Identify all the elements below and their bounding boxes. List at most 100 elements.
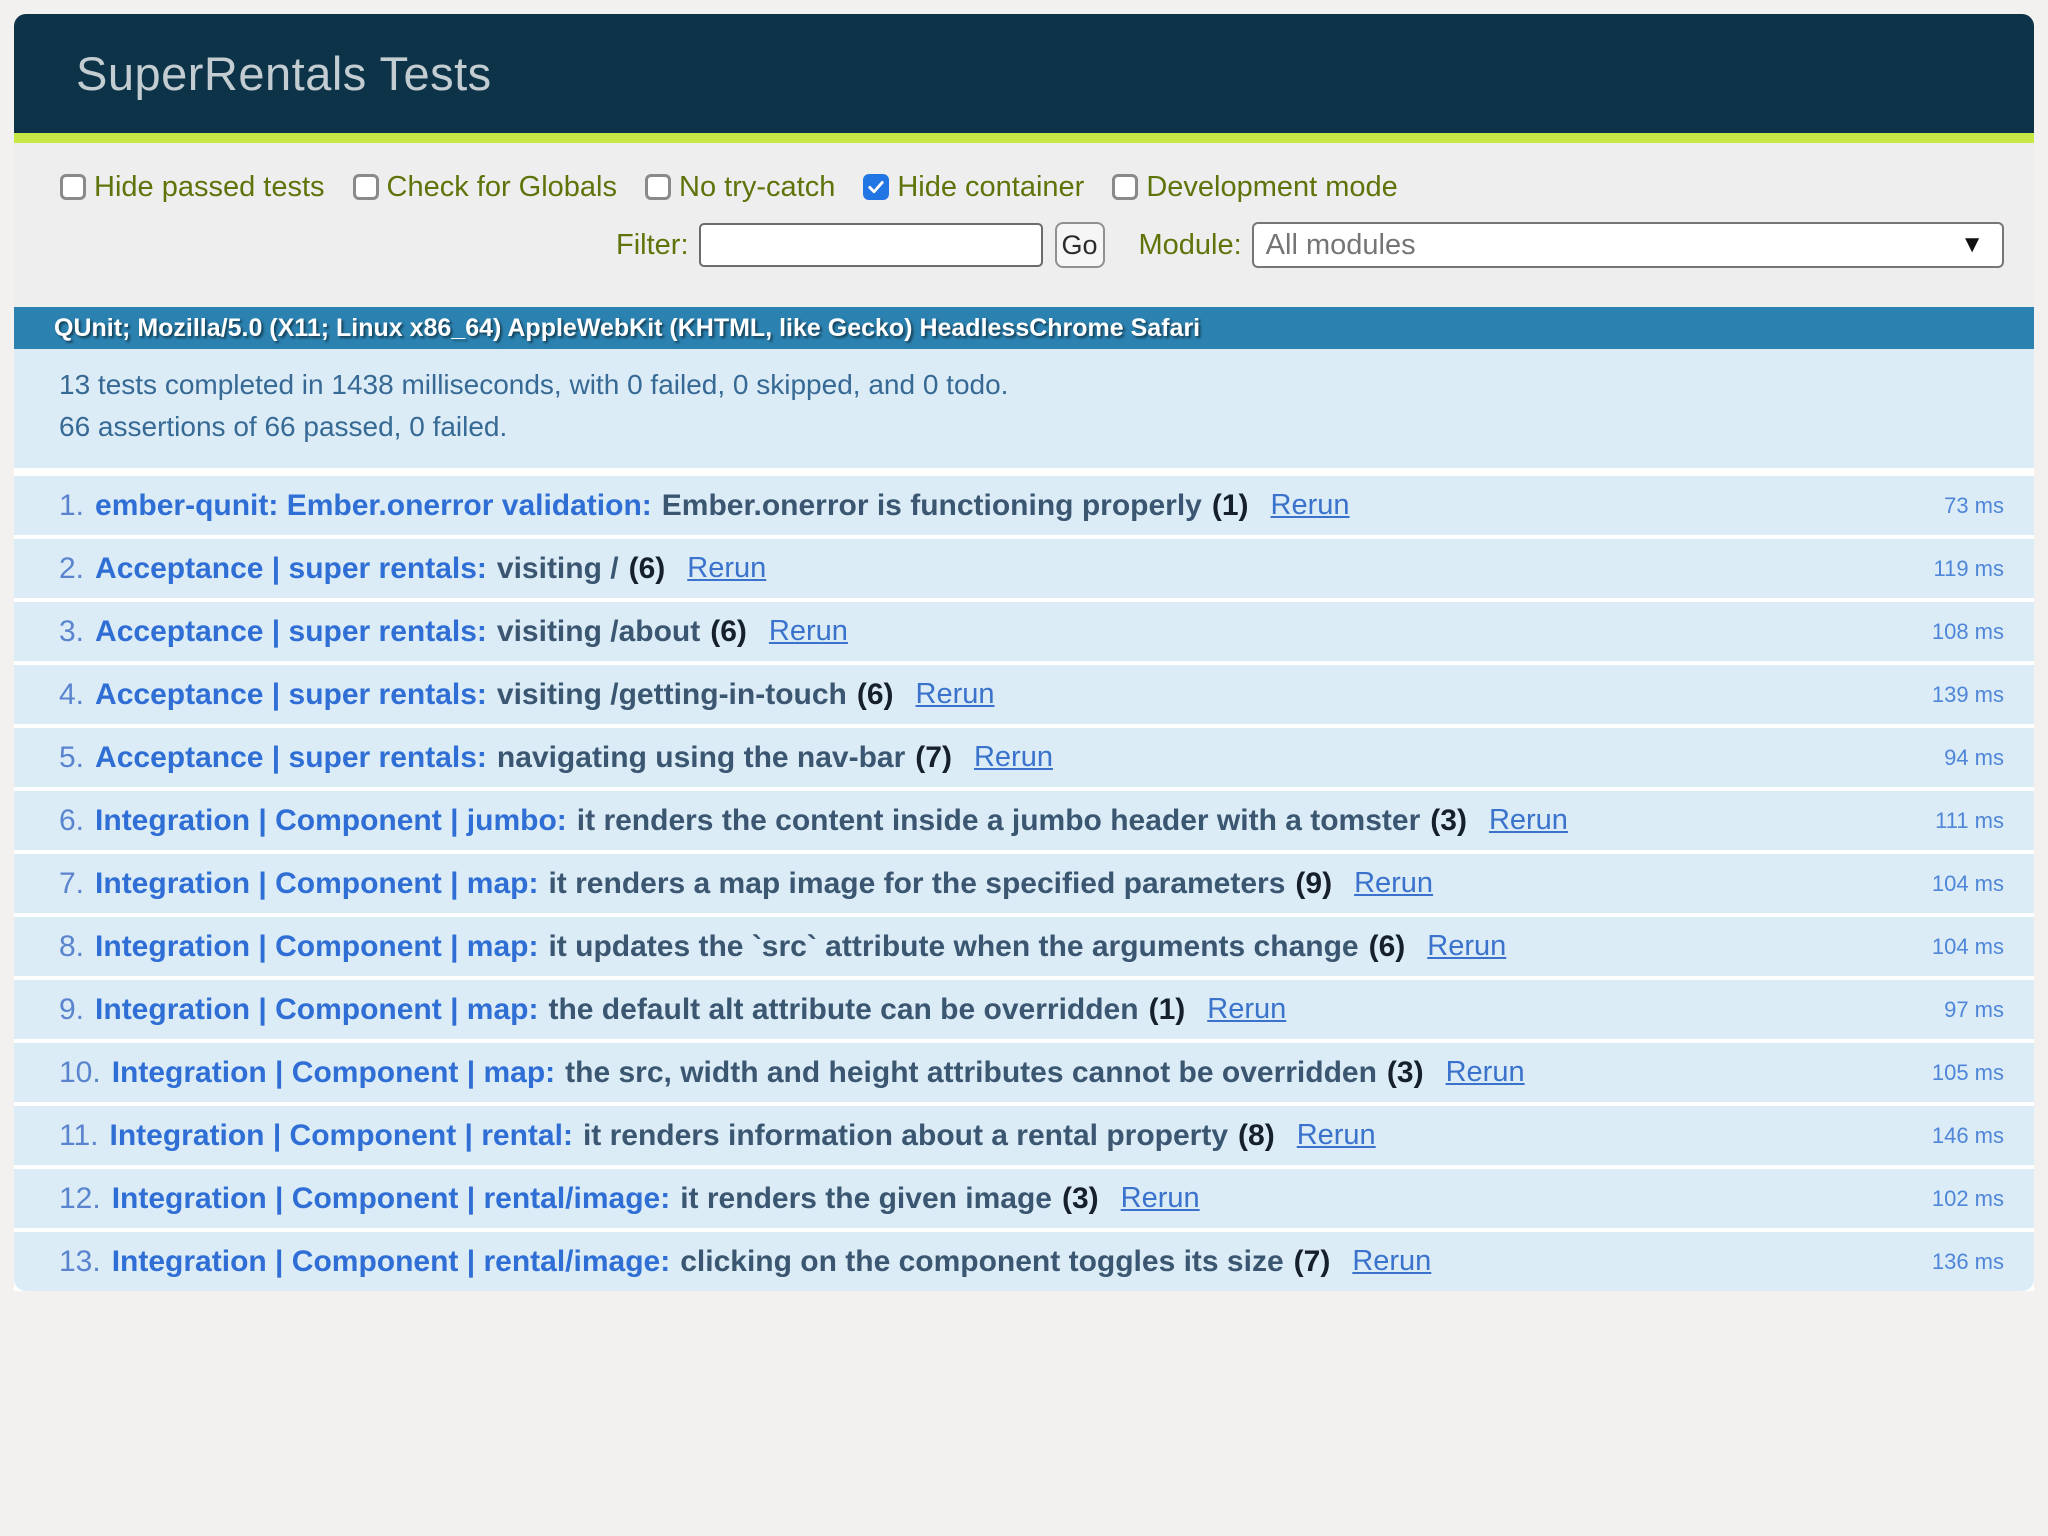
- test-module-name[interactable]: Integration | Component | rental/image:: [112, 1182, 671, 1216]
- assertion-count[interactable]: (8): [1238, 1119, 1275, 1153]
- test-module-name[interactable]: Integration | Component | rental/image:: [112, 1245, 671, 1279]
- toolbar-checkbox[interactable]: No try-catch: [645, 171, 835, 204]
- assertion-count[interactable]: (6): [1369, 930, 1406, 964]
- test-runtime: 104 ms: [1932, 871, 2004, 897]
- test-name[interactable]: it renders the content inside a jumbo he…: [577, 804, 1421, 838]
- checkmark-icon: [866, 177, 886, 197]
- test-module-name[interactable]: Integration | Component | map:: [112, 1056, 555, 1090]
- test-ordinal: 5.: [59, 741, 84, 775]
- test-ordinal: 7.: [59, 867, 84, 901]
- test-ordinal: 12.: [59, 1182, 101, 1216]
- rerun-link[interactable]: Rerun: [1352, 1245, 1431, 1278]
- test-name[interactable]: it renders information about a rental pr…: [583, 1119, 1228, 1153]
- rerun-link[interactable]: Rerun: [916, 678, 995, 711]
- toolbar-filter-row: Filter: Go Module: All modules ▼: [60, 223, 2004, 267]
- test-module-name[interactable]: ember-qunit: Ember.onerror validation:: [95, 489, 652, 523]
- test-module-name[interactable]: Integration | Component | map:: [95, 930, 538, 964]
- test-name[interactable]: visiting /: [497, 552, 619, 586]
- test-name[interactable]: clicking on the component toggles its si…: [680, 1245, 1283, 1279]
- test-module-name[interactable]: Integration | Component | rental:: [109, 1119, 572, 1153]
- rerun-link[interactable]: Rerun: [1446, 1056, 1525, 1089]
- rerun-link[interactable]: Rerun: [1297, 1119, 1376, 1152]
- rerun-link[interactable]: Rerun: [1354, 867, 1433, 900]
- checkbox-label: Hide passed tests: [94, 171, 325, 204]
- test-module-name[interactable]: Acceptance | super rentals:: [95, 615, 487, 649]
- rerun-link[interactable]: Rerun: [1271, 489, 1350, 522]
- test-ordinal: 9.: [59, 993, 84, 1027]
- test-name[interactable]: the default alt attribute can be overrid…: [548, 993, 1138, 1027]
- page-header: SuperRentals Tests: [14, 14, 2034, 133]
- assertion-count[interactable]: (3): [1062, 1182, 1099, 1216]
- checkbox-icon[interactable]: [863, 174, 889, 200]
- qunit-container: SuperRentals Tests Hide passed tests Che…: [14, 14, 2034, 1291]
- test-name[interactable]: it renders a map image for the specified…: [548, 867, 1285, 901]
- filter-input[interactable]: [699, 223, 1043, 267]
- assertion-count[interactable]: (1): [1149, 993, 1186, 1027]
- summary-line-2: 66 assertions of 66 passed, 0 failed.: [59, 409, 2004, 444]
- test-summary: 13 tests completed in 1438 milliseconds,…: [14, 349, 2034, 468]
- test-module-name[interactable]: Integration | Component | jumbo:: [95, 804, 567, 838]
- test-ordinal: 6.: [59, 804, 84, 838]
- test-row: 8. Integration | Component | map: it upd…: [14, 917, 2034, 976]
- toolbar-checkbox[interactable]: Hide passed tests: [60, 171, 325, 204]
- assertion-count[interactable]: (7): [915, 741, 952, 775]
- toolbar-checkbox[interactable]: Check for Globals: [353, 171, 618, 204]
- assertion-count[interactable]: (7): [1294, 1245, 1331, 1279]
- assertion-count[interactable]: (1): [1212, 489, 1249, 523]
- test-results: 13 tests completed in 1438 milliseconds,…: [14, 349, 2034, 1291]
- checkbox-icon[interactable]: [60, 174, 86, 200]
- checkbox-icon[interactable]: [645, 174, 671, 200]
- test-runtime: 102 ms: [1932, 1186, 2004, 1212]
- checkbox-icon[interactable]: [353, 174, 379, 200]
- toolbar-options-row: Hide passed tests Check for Globals No t…: [60, 167, 2004, 207]
- test-module-name[interactable]: Integration | Component | map:: [95, 867, 538, 901]
- module-select[interactable]: All modules ▼: [1252, 222, 2004, 268]
- toolbar-checkbox[interactable]: Development mode: [1112, 171, 1397, 204]
- rerun-link[interactable]: Rerun: [1121, 1182, 1200, 1215]
- assertion-count[interactable]: (3): [1430, 804, 1467, 838]
- rerun-link[interactable]: Rerun: [1489, 804, 1568, 837]
- assertion-count[interactable]: (6): [857, 678, 894, 712]
- toolbar-checkbox[interactable]: Hide container: [863, 171, 1084, 204]
- test-row: 13. Integration | Component | rental/ima…: [14, 1232, 2034, 1291]
- assertion-count[interactable]: (6): [710, 615, 747, 649]
- test-name[interactable]: it renders the given image: [680, 1182, 1052, 1216]
- test-name[interactable]: visiting /about: [497, 615, 700, 649]
- test-name[interactable]: Ember.onerror is functioning properly: [662, 489, 1202, 523]
- assertion-count[interactable]: (9): [1295, 867, 1332, 901]
- select-arrow-icon: ▼: [1960, 231, 1984, 259]
- checkbox-label: No try-catch: [679, 171, 835, 204]
- filter-label: Filter:: [616, 229, 689, 262]
- test-runtime: 105 ms: [1932, 1060, 2004, 1086]
- test-ordinal: 4.: [59, 678, 84, 712]
- test-module-name[interactable]: Integration | Component | map:: [95, 993, 538, 1027]
- test-runtime: 136 ms: [1932, 1249, 2004, 1275]
- rerun-link[interactable]: Rerun: [1427, 930, 1506, 963]
- checkbox-label: Check for Globals: [387, 171, 618, 204]
- rerun-link[interactable]: Rerun: [687, 552, 766, 585]
- assertion-count[interactable]: (6): [629, 552, 666, 586]
- test-ordinal: 11.: [59, 1119, 98, 1153]
- test-runtime: 97 ms: [1944, 997, 2004, 1023]
- test-row: 12. Integration | Component | rental/ima…: [14, 1169, 2034, 1228]
- test-module-name[interactable]: Acceptance | super rentals:: [95, 678, 487, 712]
- test-name[interactable]: visiting /getting-in-touch: [497, 678, 847, 712]
- test-module-name[interactable]: Acceptance | super rentals:: [95, 741, 487, 775]
- test-name[interactable]: it updates the `src` attribute when the …: [548, 930, 1358, 964]
- rerun-link[interactable]: Rerun: [974, 741, 1053, 774]
- test-row: 9. Integration | Component | map: the de…: [14, 980, 2034, 1039]
- test-module-name[interactable]: Acceptance | super rentals:: [95, 552, 487, 586]
- assertion-count[interactable]: (3): [1387, 1056, 1424, 1090]
- test-ordinal: 2.: [59, 552, 84, 586]
- rerun-link[interactable]: Rerun: [1207, 993, 1286, 1026]
- rerun-link[interactable]: Rerun: [769, 615, 848, 648]
- pass-status-bar: [14, 133, 2034, 143]
- test-name[interactable]: navigating using the nav-bar: [497, 741, 905, 775]
- useragent-banner: QUnit; Mozilla/5.0 (X11; Linux x86_64) A…: [14, 307, 2034, 349]
- page-title: SuperRentals Tests: [76, 46, 492, 101]
- test-name[interactable]: the src, width and height attributes can…: [565, 1056, 1377, 1090]
- test-row: 6. Integration | Component | jumbo: it r…: [14, 791, 2034, 850]
- go-button[interactable]: Go: [1055, 222, 1105, 268]
- checkbox-icon[interactable]: [1112, 174, 1138, 200]
- summary-line-1: 13 tests completed in 1438 milliseconds,…: [59, 367, 2004, 402]
